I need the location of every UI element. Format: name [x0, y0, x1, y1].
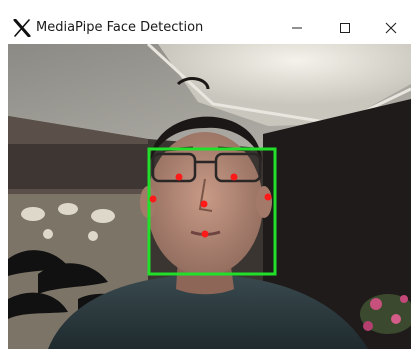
person-ear-left [256, 186, 272, 218]
close-button[interactable] [368, 14, 411, 42]
window-title: MediaPipe Face Detection [36, 20, 204, 35]
wall-panel [8, 144, 148, 189]
keypoint-left-ear [264, 193, 272, 201]
close-icon [385, 19, 397, 38]
x-icon [13, 18, 31, 38]
minimize-button[interactable] [274, 14, 320, 42]
maximize-icon [339, 19, 351, 38]
keypoint-left-eye [230, 173, 238, 181]
minimize-icon [291, 19, 303, 38]
camera-frame [8, 44, 411, 349]
keypoint-right-ear [149, 195, 157, 203]
title-bar[interactable]: MediaPipe Face Detection [0, 0, 411, 44]
keypoint-mouth-center [201, 230, 209, 238]
maximize-button[interactable] [322, 14, 368, 42]
camera-feed [8, 44, 411, 349]
keypoint-right-eye [175, 173, 183, 181]
app-window: MediaPipe Face Detection [0, 0, 411, 349]
keypoint-nose-tip [200, 200, 208, 208]
